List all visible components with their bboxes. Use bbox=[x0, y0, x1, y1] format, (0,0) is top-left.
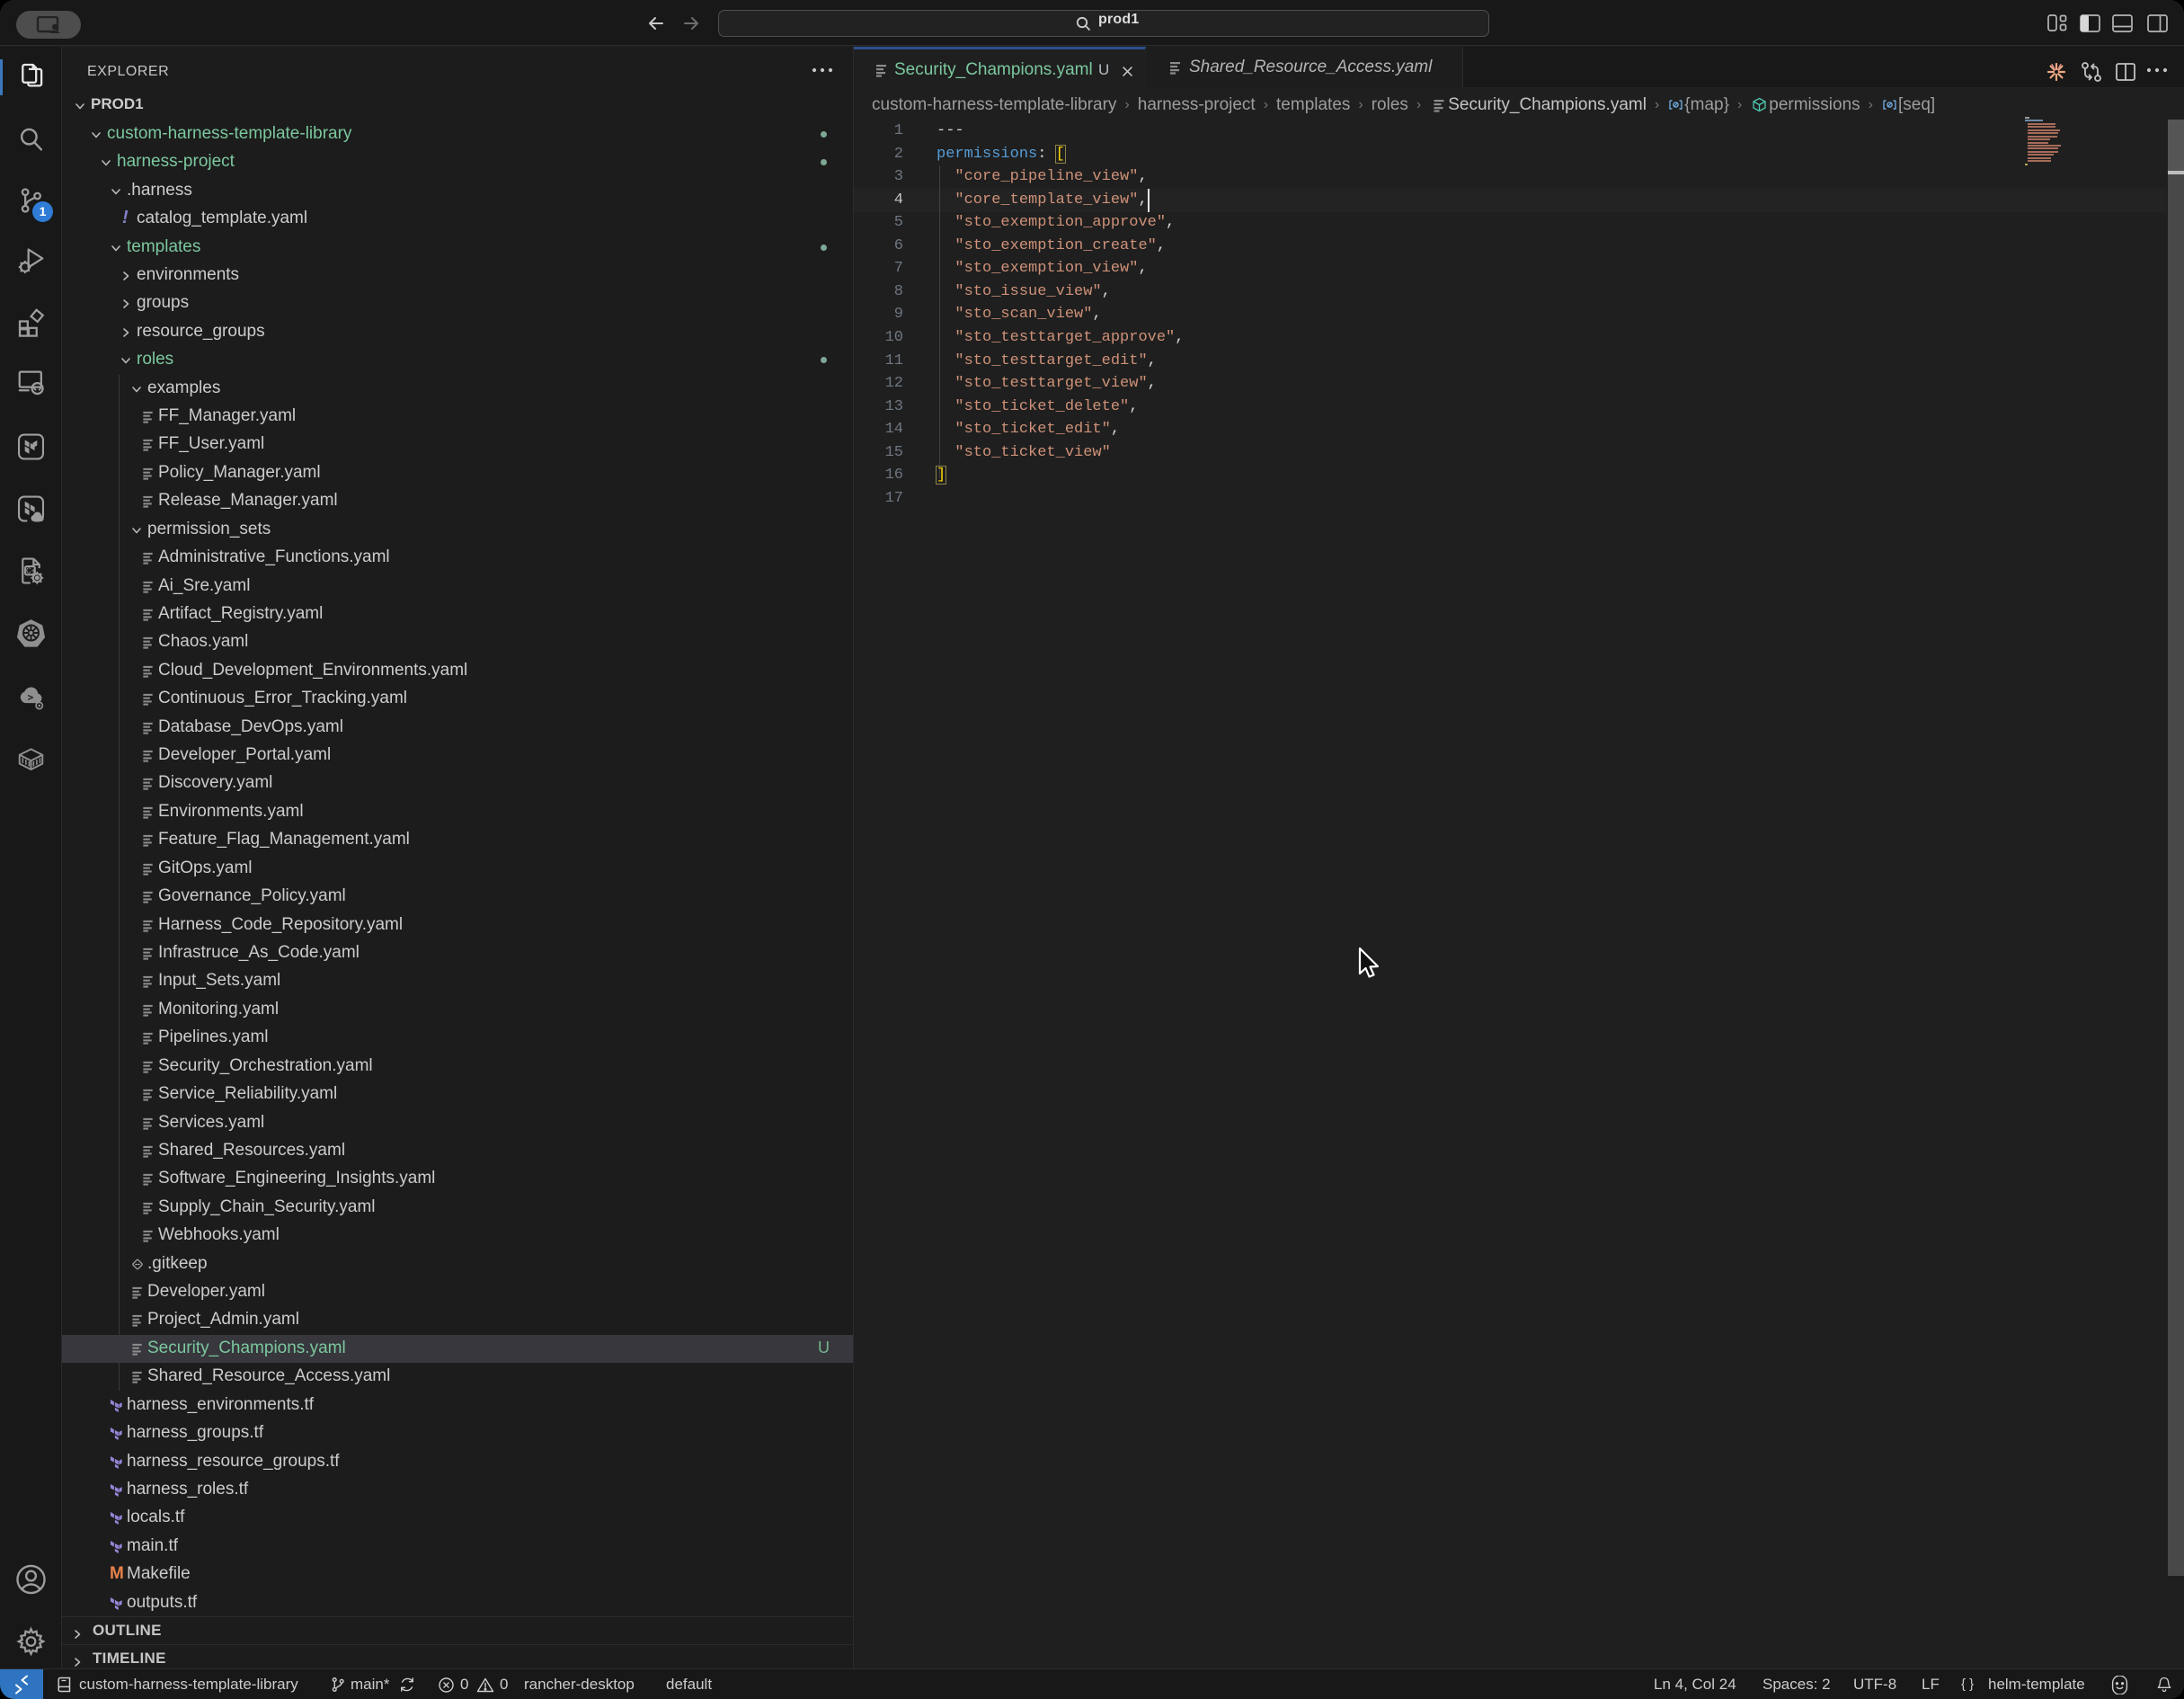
svg-text:>: > bbox=[28, 691, 34, 704]
